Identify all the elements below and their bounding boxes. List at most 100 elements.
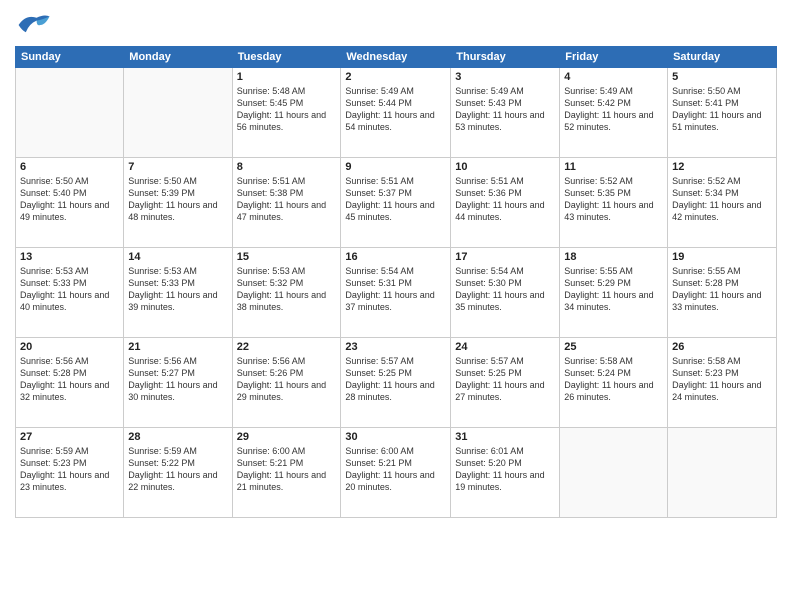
- sunrise-text: Sunrise: 5:55 AM: [564, 265, 663, 277]
- calendar-cell: 26Sunrise: 5:58 AMSunset: 5:23 PMDayligh…: [668, 338, 777, 428]
- day-number: 1: [237, 71, 337, 83]
- daylight-text: Daylight: 11 hours and 24 minutes.: [672, 379, 772, 403]
- calendar-cell: 1 Sunrise: 5:48 AMSunset: 5:45 PMDaylight…: [232, 68, 341, 158]
- daylight-text: Daylight: 11 hours and 32 minutes.: [20, 379, 119, 403]
- daylight-text: Daylight: 11 hours and 29 minutes.: [237, 379, 337, 403]
- sunrise-text: Sunrise: 5:54 AM: [345, 265, 446, 277]
- daylight-text: Daylight: 11 hours and 21 minutes.: [237, 469, 337, 493]
- sunrise-text: Sunrise: 5:53 AM: [20, 265, 119, 277]
- day-info: Sunrise: 5:49 AMSunset: 5:42 PMDaylight:…: [564, 85, 663, 134]
- daylight-text: Daylight: 11 hours and 40 minutes.: [20, 289, 119, 313]
- sunset-text: Sunset: 5:38 PM: [237, 187, 337, 199]
- day-info: Sunrise: 6:00 AMSunset: 5:21 PMDaylight:…: [345, 445, 446, 494]
- day-info: Sunrise: 5:51 AMSunset: 5:36 PMDaylight:…: [455, 175, 555, 224]
- calendar-cell: 9Sunrise: 5:51 AMSunset: 5:37 PMDaylight…: [341, 158, 451, 248]
- daylight-text: Daylight: 11 hours and 26 minutes.: [564, 379, 663, 403]
- sunrise-text: Sunrise: 5:51 AM: [455, 175, 555, 187]
- sunset-text: Sunset: 5:26 PM: [237, 367, 337, 379]
- day-number: 4: [564, 71, 663, 83]
- day-info: Sunrise: 5:53 AMSunset: 5:33 PMDaylight:…: [128, 265, 227, 314]
- calendar-cell: 6 Sunrise: 5:50 AMSunset: 5:40 PMDaylight…: [16, 158, 124, 248]
- calendar-cell: 7Sunrise: 5:50 AMSunset: 5:39 PMDaylight…: [124, 158, 232, 248]
- day-number: 15: [237, 251, 337, 263]
- header: [15, 10, 777, 40]
- day-info: Sunrise: 5:48 AMSunset: 5:45 PMDaylight:…: [237, 85, 337, 134]
- calendar-cell: 12 Sunrise: 5:52 AMSunset: 5:34 PMDayligh…: [668, 158, 777, 248]
- daylight-text: Daylight: 11 hours and 19 minutes.: [455, 469, 555, 493]
- daylight-text: Daylight: 11 hours and 51 minutes.: [672, 109, 772, 133]
- calendar-cell: 11Sunrise: 5:52 AMSunset: 5:35 PMDayligh…: [560, 158, 668, 248]
- day-info: Sunrise: 5:58 AMSunset: 5:24 PMDaylight:…: [564, 355, 663, 404]
- day-number: 29: [237, 431, 337, 443]
- col-thursday: Thursday: [451, 47, 560, 68]
- col-saturday: Saturday: [668, 47, 777, 68]
- day-info: Sunrise: 5:59 AMSunset: 5:22 PMDaylight:…: [128, 445, 227, 494]
- day-number: 12: [672, 161, 772, 173]
- sunrise-text: Sunrise: 5:56 AM: [128, 355, 227, 367]
- day-number: 6: [20, 161, 119, 173]
- calendar-week-row: 20Sunrise: 5:56 AMSunset: 5:28 PMDayligh…: [16, 338, 777, 428]
- daylight-text: Daylight: 11 hours and 42 minutes.: [672, 199, 772, 223]
- logo: [15, 10, 55, 40]
- sunset-text: Sunset: 5:33 PM: [20, 277, 119, 289]
- calendar-cell: 16Sunrise: 5:54 AMSunset: 5:31 PMDayligh…: [341, 248, 451, 338]
- daylight-text: Daylight: 11 hours and 48 minutes.: [128, 199, 227, 223]
- daylight-text: Daylight: 11 hours and 39 minutes.: [128, 289, 227, 313]
- day-info: Sunrise: 5:50 AMSunset: 5:40 PMDaylight:…: [20, 175, 119, 224]
- sunset-text: Sunset: 5:23 PM: [20, 457, 119, 469]
- calendar-cell: [668, 428, 777, 518]
- daylight-text: Daylight: 11 hours and 37 minutes.: [345, 289, 446, 313]
- calendar-cell: 5Sunrise: 5:50 AMSunset: 5:41 PMDaylight…: [668, 68, 777, 158]
- day-info: Sunrise: 5:55 AMSunset: 5:29 PMDaylight:…: [564, 265, 663, 314]
- sunrise-text: Sunrise: 5:56 AM: [20, 355, 119, 367]
- calendar-cell: [16, 68, 124, 158]
- day-number: 25: [564, 341, 663, 353]
- day-info: Sunrise: 5:49 AMSunset: 5:43 PMDaylight:…: [455, 85, 555, 134]
- daylight-text: Daylight: 11 hours and 45 minutes.: [345, 199, 446, 223]
- sunrise-text: Sunrise: 5:49 AM: [345, 85, 446, 97]
- sunset-text: Sunset: 5:37 PM: [345, 187, 446, 199]
- calendar-week-row: 27Sunrise: 5:59 AMSunset: 5:23 PMDayligh…: [16, 428, 777, 518]
- daylight-text: Daylight: 11 hours and 52 minutes.: [564, 109, 663, 133]
- sunset-text: Sunset: 5:39 PM: [128, 187, 227, 199]
- daylight-text: Daylight: 11 hours and 56 minutes.: [237, 109, 337, 133]
- sunset-text: Sunset: 5:21 PM: [345, 457, 446, 469]
- day-info: Sunrise: 5:55 AMSunset: 5:28 PMDaylight:…: [672, 265, 772, 314]
- day-info: Sunrise: 5:50 AMSunset: 5:39 PMDaylight:…: [128, 175, 227, 224]
- day-number: 31: [455, 431, 555, 443]
- calendar-cell: 13Sunrise: 5:53 AMSunset: 5:33 PMDayligh…: [16, 248, 124, 338]
- sunset-text: Sunset: 5:36 PM: [455, 187, 555, 199]
- day-number: 2: [345, 71, 446, 83]
- col-sunday: Sunday: [16, 47, 124, 68]
- daylight-text: Daylight: 11 hours and 33 minutes.: [672, 289, 772, 313]
- sunrise-text: Sunrise: 5:52 AM: [672, 175, 772, 187]
- calendar-cell: 30Sunrise: 6:00 AMSunset: 5:21 PMDayligh…: [341, 428, 451, 518]
- day-number: 10: [455, 161, 555, 173]
- sunrise-text: Sunrise: 5:58 AM: [564, 355, 663, 367]
- daylight-text: Daylight: 11 hours and 22 minutes.: [128, 469, 227, 493]
- sunset-text: Sunset: 5:43 PM: [455, 97, 555, 109]
- sunrise-text: Sunrise: 5:50 AM: [20, 175, 119, 187]
- sunset-text: Sunset: 5:25 PM: [345, 367, 446, 379]
- day-number: 20: [20, 341, 119, 353]
- day-info: Sunrise: 5:52 AMSunset: 5:34 PMDaylight:…: [672, 175, 772, 224]
- sunrise-text: Sunrise: 5:54 AM: [455, 265, 555, 277]
- daylight-text: Daylight: 11 hours and 28 minutes.: [345, 379, 446, 403]
- col-friday: Friday: [560, 47, 668, 68]
- calendar-table: Sunday Monday Tuesday Wednesday Thursday…: [15, 46, 777, 518]
- calendar-cell: 3Sunrise: 5:49 AMSunset: 5:43 PMDaylight…: [451, 68, 560, 158]
- calendar-cell: 24Sunrise: 5:57 AMSunset: 5:25 PMDayligh…: [451, 338, 560, 428]
- sunrise-text: Sunrise: 6:01 AM: [455, 445, 555, 457]
- sunrise-text: Sunrise: 5:52 AM: [564, 175, 663, 187]
- sunrise-text: Sunrise: 5:49 AM: [455, 85, 555, 97]
- daylight-text: Daylight: 11 hours and 44 minutes.: [455, 199, 555, 223]
- calendar-cell: 21Sunrise: 5:56 AMSunset: 5:27 PMDayligh…: [124, 338, 232, 428]
- day-number: 17: [455, 251, 555, 263]
- daylight-text: Daylight: 11 hours and 54 minutes.: [345, 109, 446, 133]
- daylight-text: Daylight: 11 hours and 23 minutes.: [20, 469, 119, 493]
- day-info: Sunrise: 6:00 AMSunset: 5:21 PMDaylight:…: [237, 445, 337, 494]
- day-number: 18: [564, 251, 663, 263]
- sunset-text: Sunset: 5:28 PM: [20, 367, 119, 379]
- sunrise-text: Sunrise: 5:58 AM: [672, 355, 772, 367]
- calendar-week-row: 13Sunrise: 5:53 AMSunset: 5:33 PMDayligh…: [16, 248, 777, 338]
